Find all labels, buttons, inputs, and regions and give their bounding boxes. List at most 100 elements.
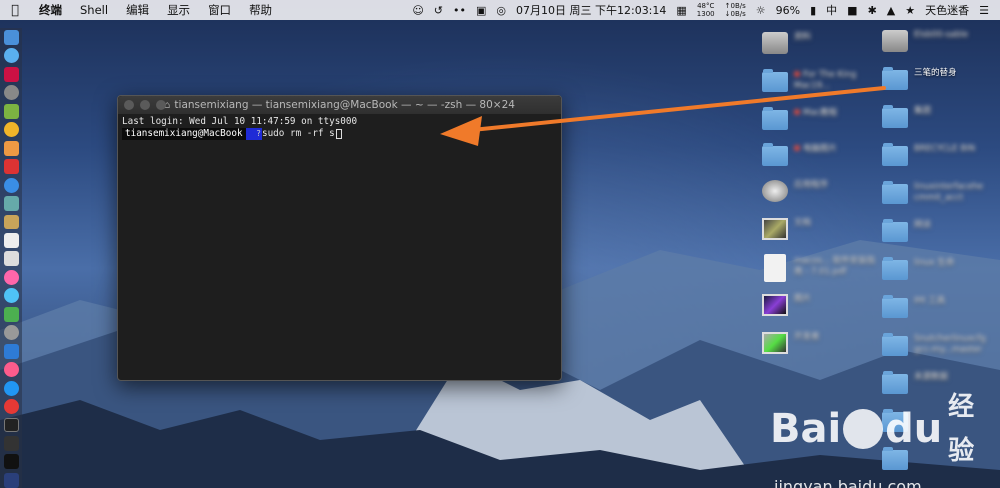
globe-icon[interactable]: ◎ [491,4,511,17]
typed-command: sudo rm -rf s [261,128,335,139]
desktop-item[interactable]: 图片 [762,290,882,328]
terminal-titlebar[interactable]: ⌂ tiansemixiang — tiansemixiang@MacBook —… [118,96,561,114]
username[interactable]: 天色迷香 [920,2,974,18]
launchpad-icon[interactable] [3,66,19,82]
folder-icon [762,69,788,92]
messages-icon[interactable] [3,288,19,304]
menu-help[interactable]: 帮助 [240,2,281,18]
zoom-button[interactable] [156,100,166,110]
desktop-item[interactable]: 电脑图片 [762,140,882,178]
photos-icon[interactable] [3,140,19,156]
desktop-item[interactable]: macos... 软件安装指南 - 7.01.pdf [762,252,882,290]
qq-icon[interactable]: ☺ [407,4,428,17]
music-app-icon[interactable] [3,159,19,175]
s-app-icon[interactable]: ■ [842,4,862,17]
close-button[interactable] [124,100,134,110]
dots-icon[interactable]: •• [448,4,471,17]
menu-edit[interactable]: 编辑 [117,2,158,18]
camera-icon [762,32,788,54]
volume-icon[interactable]: ▲ [882,4,900,17]
datetime[interactable]: 07月10日 周三 下午12:03:14 [511,2,671,18]
desktop-label: Mac教程 [794,108,880,119]
minimize-button[interactable] [140,100,150,110]
grid-icon[interactable]: ▦ [671,4,691,17]
folder-icon [882,67,908,90]
desktop-label: 集团 [914,106,932,116]
desktop-label: IHI 工具 [914,296,946,306]
facetime-icon[interactable] [3,306,19,322]
folder-icon [882,257,908,280]
desktop-label: BRECYCLE BIN [914,144,976,154]
paw-icon [843,409,884,449]
sync-icon[interactable]: ↺ [429,4,448,17]
notes-icon[interactable] [3,214,19,230]
terminal-window[interactable]: ⌂ tiansemixiang — tiansemixiang@MacBook —… [117,95,562,381]
settings-icon[interactable] [3,325,19,341]
finder-icon[interactable] [3,30,19,45]
folder-icon [882,143,908,166]
utf-icon[interactable] [3,472,19,488]
prompt-dir: ~ [245,128,256,140]
temp-value: 48°C [697,2,715,10]
safari-icon[interactable] [3,48,19,64]
compass-icon[interactable] [3,177,19,193]
appstore-icon[interactable] [3,380,19,396]
desktop-item[interactable]: Snutcherlinuxcfg gcc-my...master [882,330,1000,368]
desktop-item[interactable]: 网谈 [882,216,1000,254]
desktop-item[interactable]: Elsb00-sable [882,26,1000,64]
android-icon[interactable] [3,103,19,119]
desktop-item[interactable]: 资料 [762,28,882,66]
desktop-item[interactable]: BRECYCLE BIN [882,140,1000,178]
calendar-icon[interactable] [3,232,19,248]
menu-shell[interactable]: Shell [71,3,117,17]
image-file-icon [762,218,788,240]
wifi-icon[interactable]: ☼ [751,4,771,17]
battery-percent[interactable]: 96% [771,4,805,17]
text-cursor [335,129,342,139]
desktop-label: 三笔的替身 [914,68,957,78]
document-icon[interactable] [3,251,19,267]
menu-bar:  终端 Shell 编辑 显示 窗口 帮助 ☺ ↺ •• ▣ ◎ 07月10日… [0,0,1000,20]
desktop-item[interactable]: 应用程序 [762,176,882,214]
activity-icon[interactable] [3,435,19,451]
itunes-icon[interactable] [3,362,19,378]
rocket-icon[interactable] [3,85,19,101]
desktop-label: 图片 [794,294,812,304]
desktop-item[interactable]: linux 生命 [882,254,1000,292]
terminal-content[interactable]: Last login: Wed Jul 10 11:47:59 on ttys0… [118,114,561,142]
menu-window[interactable]: 窗口 [199,2,240,18]
watermark-url: jingyan.baidu.com [774,477,922,488]
desktop-item[interactable]: 三笔的替身 [882,64,1000,102]
temp-readout: 48°C 1300 [692,2,720,18]
console-icon[interactable] [3,454,19,470]
chrome-icon[interactable] [3,122,19,138]
bluetooth-icon[interactable]: ✱ [863,4,882,17]
net-down: ↓0B/s [724,10,746,18]
star-icon[interactable]: ★ [900,4,920,17]
desktop-label: 开发者 [794,332,820,342]
notification-icon[interactable]: ▣ [471,4,491,17]
photos-app-icon[interactable] [3,269,19,285]
desktop-label: Elsb00-sable [914,30,969,40]
keynote-icon[interactable] [3,343,19,359]
menu-app-name[interactable]: 终端 [30,2,71,18]
desktop-item[interactable]: For The King Mac19... [762,66,882,104]
desktop-item[interactable]: 开发者 [762,328,882,366]
desktop-item[interactable]: 集团 [882,102,1000,140]
terminal-dock-icon[interactable] [3,417,19,433]
battery-icon[interactable]: ▮ [805,4,821,17]
folder-icon [762,107,788,130]
menu-view[interactable]: 显示 [158,2,199,18]
desktop-label: linuxinterfacehe cmmit_acct [914,182,984,203]
desktop-item[interactable]: linuxinterfacehe cmmit_acct [882,178,1000,216]
apple-menu-icon[interactable]:  [0,3,30,18]
input-method[interactable]: 中 [821,2,842,18]
folder-icon [882,219,908,242]
prompt-git-status: ? [255,128,262,140]
desktop-item[interactable]: 文档 [762,214,882,252]
list-icon[interactable]: ☰ [974,4,994,17]
preview-icon[interactable] [3,196,19,212]
desktop-item[interactable]: Mac教程 [762,104,882,142]
desktop-item[interactable]: IHI 工具 [882,292,1000,330]
vivaldi-icon[interactable] [3,399,19,415]
